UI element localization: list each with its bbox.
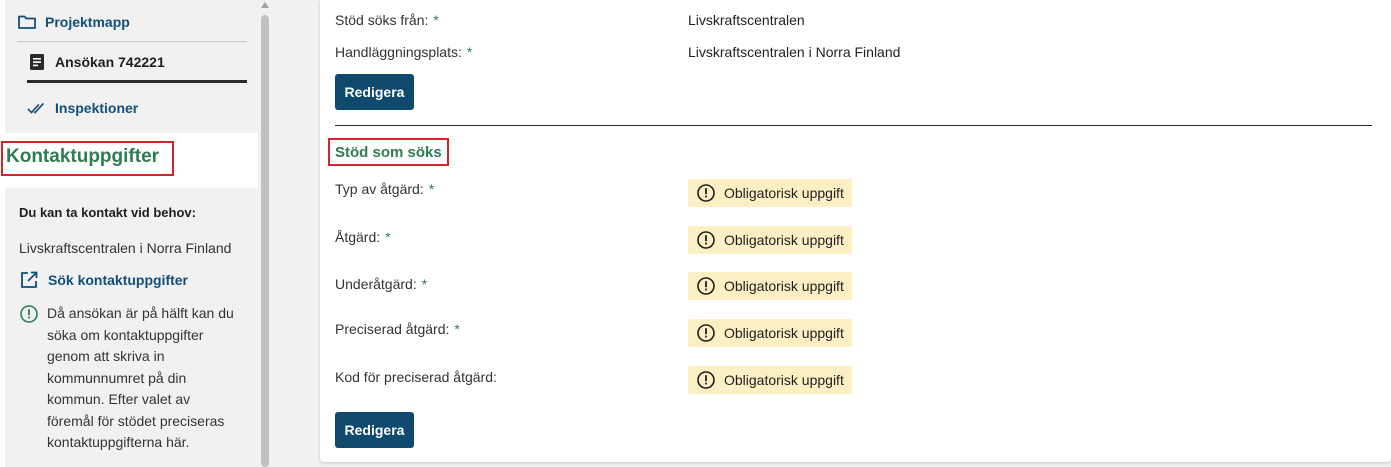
exclamation-circle-icon [696, 370, 716, 390]
note-line: genom att skriva in [47, 348, 165, 364]
edit-button[interactable]: Redigera [335, 412, 414, 448]
nav-item-ansokan[interactable]: Ansökan 742221 [27, 43, 247, 83]
label-text: Typ av åtgärd: [335, 181, 424, 197]
status-badge: Obligatorisk uppgift [688, 179, 852, 207]
edit-button[interactable]: Redigera [335, 74, 414, 110]
required-marker: * [385, 229, 391, 245]
contact-note: Då ansökan är på hälft kan du söka om ko… [19, 303, 251, 454]
folder-icon [17, 12, 37, 32]
nav-item-projektmapp[interactable]: Projektmapp [17, 2, 247, 42]
external-link-icon [19, 270, 39, 290]
exclamation-circle-icon [696, 183, 716, 203]
required-marker: * [433, 12, 439, 28]
contact-organization: Livskraftscentralen i Norra Finland [19, 240, 232, 256]
label-text: Åtgärd: [335, 229, 381, 245]
status-badge: Obligatorisk uppgift [688, 319, 852, 347]
required-marker: * [454, 321, 460, 337]
note-line: kommun. Efter valet av [47, 391, 191, 407]
document-icon [27, 52, 47, 72]
status-badge: Obligatorisk uppgift [688, 226, 852, 254]
note-line: föremål för stödet preciseras [47, 412, 225, 429]
field-label-typ: Typ av åtgärd: * [335, 181, 434, 197]
application-card: Stöd söks från: * Livskraftscentralen Han… [320, 0, 1391, 462]
section-title: Stöd som söks [328, 138, 449, 166]
scrollbar-thumb[interactable] [261, 15, 269, 467]
nav-item-label: Inspektioner [55, 100, 139, 116]
support-from-label: Stöd söks från: * [335, 12, 439, 28]
field-label-preciserad: Preciserad åtgärd: * [335, 321, 460, 337]
main-content: Stöd söks från: * Livskraftscentralen Han… [272, 0, 1391, 467]
contact-heading: Du kan ta kontakt vid behov: [19, 205, 196, 220]
contact-info-box: Du kan ta kontakt vid behov: Livskraftsc… [5, 188, 258, 467]
support-from-value: Livskraftscentralen [688, 12, 805, 28]
exclamation-circle-icon [696, 323, 716, 343]
handling-place-value: Livskraftscentralen i Norra Finland [688, 44, 901, 60]
contact-note-text: Då ansökan är på hälft kan du söka om ko… [47, 303, 234, 454]
nav-item-label: Ansökan 742221 [55, 53, 165, 70]
double-check-icon [27, 98, 47, 118]
status-text: Obligatorisk uppgift [724, 185, 844, 201]
sidebar: Projektmapp Ansökan 742221 Inspektioner … [0, 0, 258, 467]
search-contact-label: Sök kontaktuppgifter [48, 272, 189, 288]
label-text: Underåtgärd: [335, 276, 417, 292]
section-divider [335, 125, 1372, 126]
status-badge: Obligatorisk uppgift [688, 272, 852, 300]
exclamation-circle-icon [696, 230, 716, 250]
status-text: Obligatorisk uppgift [724, 325, 844, 341]
status-text: Obligatorisk uppgift [724, 232, 844, 248]
status-text: Obligatorisk uppgift [724, 278, 844, 294]
label-text: Handläggningsplats: [335, 44, 462, 60]
note-line: söka om kontaktuppgifter [47, 326, 204, 343]
label-text: Kod för preciserad åtgärd: [335, 369, 497, 385]
exclamation-circle-icon [696, 276, 716, 296]
exclamation-circle-icon [19, 304, 39, 324]
sidebar-nav: Projektmapp Ansökan 742221 Inspektioner [5, 0, 258, 133]
note-line: kontaktuppgifterna här. [47, 434, 190, 450]
field-label-underatgard: Underåtgärd: * [335, 276, 427, 292]
required-marker: * [466, 44, 473, 60]
status-text: Obligatorisk uppgift [724, 372, 844, 388]
label-text: Stöd söks från: [335, 12, 429, 28]
note-line: kommunnumret på din [47, 369, 187, 386]
contact-section-title: Kontaktuppgifter [1, 141, 174, 176]
required-marker: * [421, 276, 428, 292]
nav-item-inspektioner[interactable]: Inspektioner [27, 88, 247, 128]
search-contact-link[interactable]: Sök kontaktuppgifter [19, 270, 188, 290]
status-badge: Obligatorisk uppgift [688, 366, 852, 394]
field-label-atgard: Åtgärd: * [335, 229, 391, 245]
scroll-up-arrow[interactable] [261, 2, 269, 8]
sidebar-scrollbar[interactable] [258, 0, 272, 467]
label-text: Preciserad åtgärd: [335, 321, 450, 337]
nav-item-label: Projektmapp [45, 13, 130, 30]
handling-place-label: Handläggningsplats: * [335, 44, 472, 60]
required-marker: * [428, 181, 435, 197]
field-label-kod: Kod för preciserad åtgärd: [335, 369, 497, 385]
note-line: Då ansökan är på hälft kan du [47, 305, 234, 321]
